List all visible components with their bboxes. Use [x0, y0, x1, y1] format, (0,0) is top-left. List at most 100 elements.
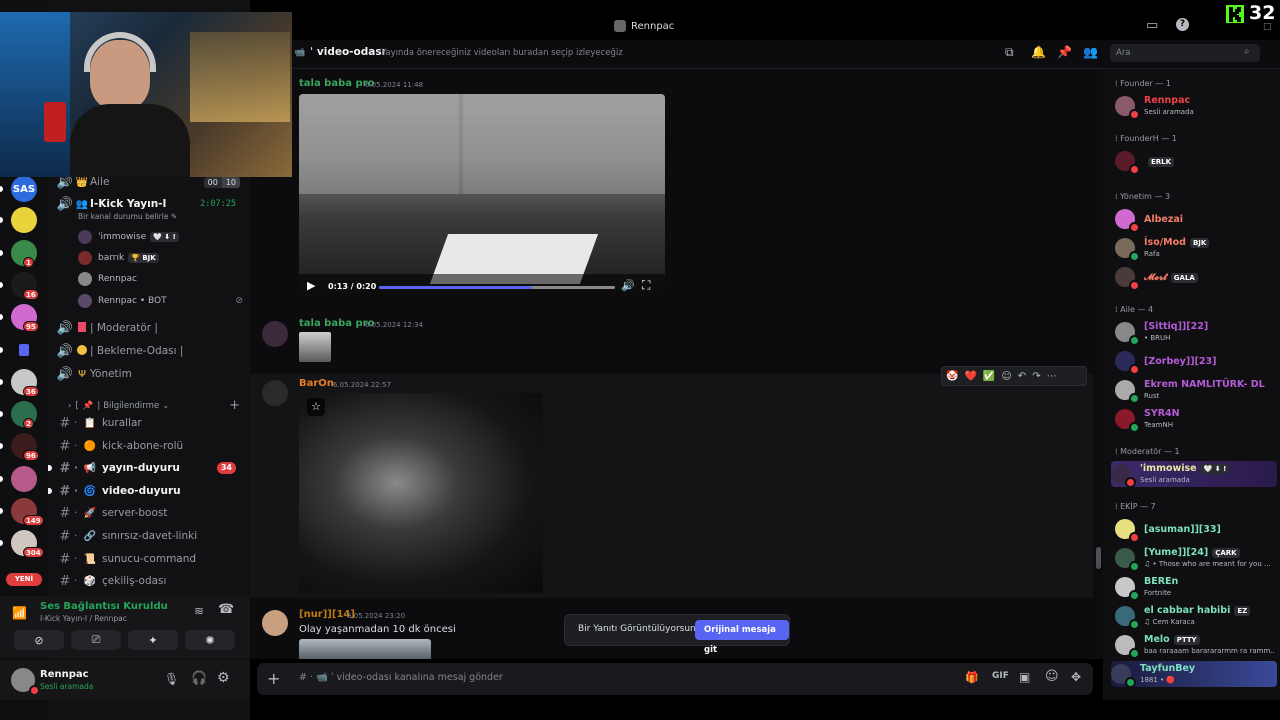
image-attachment[interactable]: ☆: [299, 393, 543, 593]
help-icon[interactable]: ?: [1176, 18, 1189, 31]
disconnect-icon[interactable]: ☎: [218, 602, 234, 617]
message-author[interactable]: tala baba pro: [299, 318, 374, 329]
settings-gear-icon[interactable]: ⚙: [217, 670, 230, 686]
gift-icon[interactable]: 🎁: [965, 671, 979, 684]
channel-topic[interactable]: · Yayında önereceğiniz videoları buradan…: [376, 48, 623, 58]
apps-icon[interactable]: ✥: [1071, 670, 1081, 684]
member-item[interactable]: el cabbar habibi EZ ♫ Cem Karaca: [1115, 603, 1277, 630]
new-badge[interactable]: YENİ: [6, 573, 42, 586]
noise-suppression-icon[interactable]: ≋: [194, 604, 204, 618]
volume-icon[interactable]: 🔊: [621, 279, 635, 292]
voice-user-rennpac[interactable]: Rennpac: [78, 272, 137, 286]
text-channel-3[interactable]: # · 🌀 video-duyuru: [48, 481, 246, 501]
member-item[interactable]: 'immowise 🤍 ⬇ ! Sesli aramada: [1111, 461, 1277, 488]
camera-off-button[interactable]: ⊘: [14, 630, 64, 650]
avatar[interactable]: [262, 321, 288, 347]
forward-icon[interactable]: ↷: [1032, 371, 1040, 382]
play-icon[interactable]: ▶: [307, 279, 315, 292]
voice-location[interactable]: I-Kick Yayın-I / Rennpac: [40, 614, 127, 623]
server-icon-9[interactable]: [11, 466, 37, 492]
jump-to-original-button[interactable]: Orijinal mesaja git: [695, 620, 789, 655]
gif-icon[interactable]: GIF: [992, 671, 1009, 681]
check-reaction-icon[interactable]: ✅: [983, 371, 995, 382]
text-channel-1[interactable]: # · 🟠 kick-abone-rolü: [56, 436, 246, 456]
text-channel-2[interactable]: # · 📢 yayın-duyuru 34: [48, 458, 246, 478]
sticker-icon[interactable]: ▣: [1019, 670, 1030, 684]
soundboard-button[interactable]: ✺: [185, 630, 235, 650]
fire-heart-reaction-icon[interactable]: ❤️: [964, 371, 976, 382]
member-item[interactable]: [Sittiq]][22] • BRUH: [1115, 319, 1277, 346]
star-icon[interactable]: ☆: [307, 398, 325, 416]
fullscreen-icon[interactable]: ⛶: [642, 278, 650, 293]
member-item[interactable]: [Yume]][24] ÇARK ♫ • Those who are meant f…: [1115, 545, 1277, 572]
member-tag: ERLK: [1148, 157, 1175, 167]
activities-button[interactable]: ✦: [128, 630, 178, 650]
member-item[interactable]: Melo PTTY baa raraaam bararararmm ra ramm.…: [1115, 632, 1277, 659]
username[interactable]: Rennpac: [40, 669, 89, 680]
voice-user-immowise[interactable]: 'immowise 🤍 ⬇ !: [78, 230, 179, 244]
member-item[interactable]: Rennpac Sesli aramada: [1115, 93, 1277, 120]
member-item[interactable]: [asuman]][33]: [1115, 516, 1277, 543]
voice-channel-kick-yayin[interactable]: 🔊 👥 I-Kick Yayın-I 2:07:25: [56, 194, 246, 214]
threads-icon[interactable]: ⧉: [1005, 45, 1014, 60]
member-item[interactable]: İso/Mod BJK Rafa: [1115, 235, 1277, 262]
message-author[interactable]: BarOn: [299, 378, 334, 389]
attach-plus-icon[interactable]: +: [267, 669, 280, 688]
reply-icon[interactable]: ↶: [1018, 371, 1026, 382]
add-reaction-icon[interactable]: ☺: [1001, 371, 1011, 382]
server-icon-1[interactable]: [11, 207, 37, 233]
more-icon[interactable]: ⋯: [1047, 371, 1057, 382]
member-item[interactable]: SYR4N TeamNH: [1115, 406, 1277, 433]
member-item[interactable]: [Zorbey]][23]: [1115, 348, 1277, 375]
text-channel-7[interactable]: # · 🎲 çekiliş-odası: [56, 571, 246, 591]
add-channel-icon[interactable]: +: [229, 398, 240, 413]
member-item[interactable]: TayfunBey 1881 • 🔴: [1111, 661, 1277, 688]
avatar[interactable]: [262, 610, 288, 636]
chat-scrollbar-thumb[interactable]: [1096, 547, 1101, 569]
inbox-icon[interactable]: ▭: [1146, 18, 1158, 33]
text-channel-5[interactable]: # · 🔗 sınırsız-davet-linki: [56, 526, 246, 546]
voice-channel-yonetim[interactable]: 🔊 Ψ Yönetim: [56, 364, 246, 384]
member-tag: ÇARK: [1212, 548, 1240, 558]
voice-channel-bekleme[interactable]: 🔊 | Bekleme-Odası |: [56, 341, 246, 361]
mute-icon[interactable]: 🎙: [164, 672, 179, 686]
search-input[interactable]: Ara ⌕: [1110, 44, 1260, 62]
channel-hash-icon: 📹: [294, 48, 306, 58]
server-icon-0[interactable]: SAS: [11, 176, 37, 202]
maximize-icon[interactable]: □: [1263, 22, 1272, 32]
voice-channel-status[interactable]: Bir kanal durumu belirle ✎: [78, 212, 177, 221]
voice-status[interactable]: Ses Bağlantısı Kuruldu: [40, 601, 168, 612]
voice-user-barrik[interactable]: barrık 🏆 BJK: [78, 251, 159, 265]
member-item[interactable]: 𝓜𝓮𝓻𝓽 GALA: [1115, 264, 1277, 291]
image-attachment[interactable]: [299, 332, 331, 362]
bell-icon[interactable]: 🔔: [1031, 45, 1046, 59]
image-attachment[interactable]: [299, 639, 431, 659]
member-item[interactable]: Albezai: [1115, 206, 1277, 233]
member-item[interactable]: ERLK: [1115, 148, 1277, 175]
members-icon[interactable]: 👥: [1083, 45, 1098, 59]
member-item[interactable]: BEREn Fortnite: [1115, 574, 1277, 601]
clown-reaction-icon[interactable]: 🤡: [946, 371, 958, 382]
message-timestamp: 6.05.2024 12:34: [365, 321, 424, 329]
member-item[interactable]: Ekrem NAMLITÜRK- DL Rust: [1115, 377, 1277, 404]
video-player[interactable]: ▶ 0:13 / 0:20 🔊 ⛶: [299, 94, 665, 300]
avatar[interactable]: [262, 380, 288, 406]
pin-icon[interactable]: 📌: [1057, 45, 1072, 59]
screen-share-button[interactable]: ⎚: [71, 630, 121, 650]
message-author[interactable]: tala baba pro: [299, 78, 374, 89]
voice-user-rennpac-bot[interactable]: Rennpac • BOT ⊘: [78, 294, 243, 308]
text-channel-0[interactable]: # · 📋 kurallar: [56, 413, 246, 433]
unread-indicator: [0, 186, 3, 192]
category-bilgilendirme[interactable]: › [ 📌 | Bilgilendirme ⌄ +: [68, 398, 240, 413]
speaker-icon: 🔊: [56, 196, 74, 212]
member-list: ⁞ Founder — 1 Rennpac Sesli aramada ⁞ Found…: [1103, 69, 1280, 700]
server-icon-5[interactable]: [11, 337, 37, 363]
emoji-icon[interactable]: ☺: [1045, 669, 1059, 684]
headphones-icon[interactable]: 🎧: [191, 671, 207, 686]
message-input[interactable]: # · 📹 ˈ video-odası kanalına mesaj gönde…: [299, 672, 503, 683]
message-text: Olay yaşanmadan 10 dk öncesi: [299, 624, 456, 635]
text-channel-4[interactable]: # · 🚀 server-boost: [56, 503, 246, 523]
video-progress-track[interactable]: [379, 286, 615, 289]
voice-channel-moderator[interactable]: 🔊 | Moderatör |: [56, 318, 246, 338]
text-channel-6[interactable]: # · 📜 sunucu-command: [56, 549, 246, 569]
